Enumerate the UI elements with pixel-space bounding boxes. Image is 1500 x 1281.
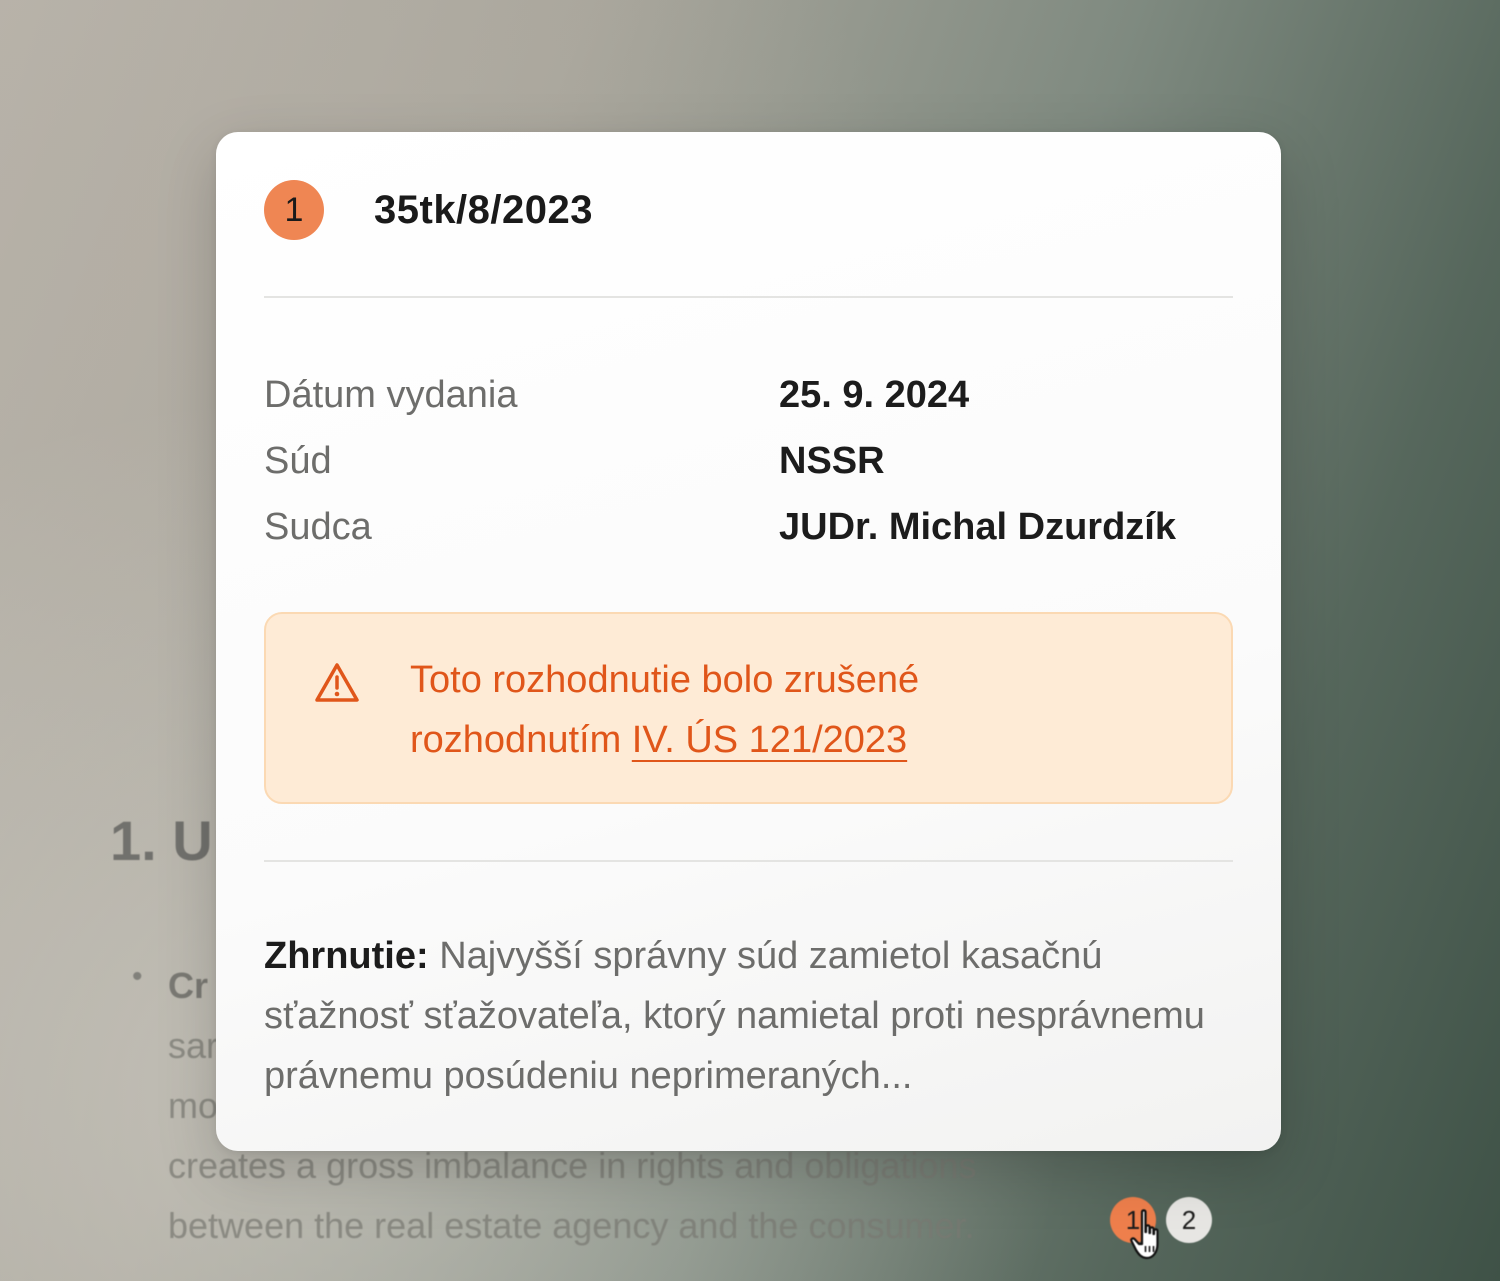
- citation-number-badge: 1: [264, 180, 324, 240]
- warning-triangle-icon: [315, 663, 359, 702]
- header-divider: [264, 296, 1233, 298]
- warning-text-prefix: rozhodnutím: [410, 719, 632, 761]
- warning-text: Toto rozhodnutie bolo zrušené rozhodnutí…: [410, 650, 1190, 770]
- summary-label: Zhrnutie:: [264, 935, 429, 977]
- summary-divider: [264, 860, 1233, 862]
- metadata-value: NSSR: [779, 439, 885, 482]
- bullet-dot: •: [132, 960, 143, 993]
- citation-badge-2[interactable]: 2: [1166, 1197, 1212, 1243]
- metadata-label: Sudca: [264, 505, 372, 548]
- metadata-row-date: Dátum vydania 25. 9. 2024: [264, 362, 1233, 428]
- paragraph-line: between the real estate agency and the c…: [168, 1205, 975, 1246]
- metadata-value: JUDr. Michal Dzurdzík: [779, 505, 1176, 548]
- hand-pointer-cursor-icon: [1130, 1209, 1159, 1260]
- popover-header: 1 35tk/8/2023: [264, 180, 593, 240]
- metadata-row-court: Súd NSSR: [264, 428, 1233, 494]
- annulling-decision-link[interactable]: IV. ÚS 121/2023: [632, 719, 907, 761]
- metadata-label: Súd: [264, 439, 332, 482]
- warning-text-line: Toto rozhodnutie bolo zrušené: [410, 659, 920, 701]
- metadata-label: Dátum vydania: [264, 373, 518, 416]
- citation-popover: 1 35tk/8/2023 Dátum vydania 25. 9. 2024 …: [216, 132, 1281, 1151]
- decision-summary: Zhrnutie: Najvyšší správny súd zamietol …: [264, 926, 1239, 1106]
- metadata-row-judge: Sudca JUDr. Michal Dzurdzík: [264, 494, 1233, 560]
- annulled-warning-banner: Toto rozhodnutie bolo zrušené rozhodnutí…: [264, 612, 1233, 804]
- case-number-title: 35tk/8/2023: [374, 187, 594, 232]
- metadata-value: 25. 9. 2024: [779, 373, 970, 416]
- decision-metadata: Dátum vydania 25. 9. 2024 Súd NSSR Sudca…: [264, 362, 1233, 560]
